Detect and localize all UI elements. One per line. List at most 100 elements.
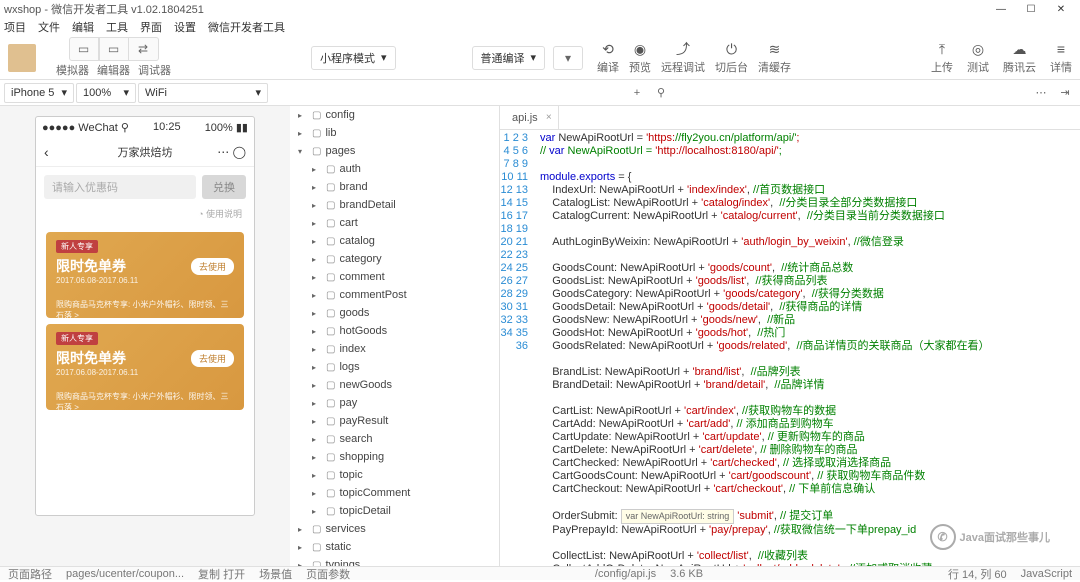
- coupon-tag: 新人专享: [56, 332, 98, 345]
- page-title: 万家烘焙坊: [118, 144, 173, 160]
- file-size: 3.6 KB: [670, 568, 703, 580]
- tree-arrow-icon: ▸: [312, 183, 322, 192]
- coupon-code-input[interactable]: 请输入优惠码: [44, 175, 196, 199]
- tree-item[interactable]: ▸▢pay: [290, 394, 499, 412]
- chevron-down-icon: ▾: [531, 51, 537, 64]
- tree-item[interactable]: ▸▢typings: [290, 556, 499, 566]
- simulator-toggle[interactable]: ▭: [69, 37, 99, 61]
- search-icon[interactable]: ⚲: [650, 83, 672, 103]
- folder-icon: ▢: [326, 308, 335, 319]
- tree-item[interactable]: ▸▢brand: [290, 178, 499, 196]
- menu-item[interactable]: 界面: [140, 19, 162, 35]
- tree-item[interactable]: ▸▢commentPost: [290, 286, 499, 304]
- toolbar-action[interactable]: ≡详情: [1050, 40, 1072, 75]
- folder-icon: ▢: [312, 110, 321, 121]
- code-content[interactable]: var NewApiRootUrl = 'https://fly2you.cn/…: [536, 130, 1080, 566]
- toolbar-action[interactable]: ⤒上传: [931, 40, 953, 75]
- maximize-button[interactable]: ☐: [1016, 0, 1046, 18]
- code-area[interactable]: 1 2 3 4 5 6 7 8 9 10 11 12 13 14 15 16 1…: [500, 130, 1080, 566]
- tree-item[interactable]: ▸▢topic: [290, 466, 499, 484]
- tree-arrow-icon: ▸: [312, 219, 322, 228]
- action-icon: ◉: [634, 40, 646, 58]
- tree-item[interactable]: ▸▢services: [290, 520, 499, 538]
- avatar[interactable]: [8, 44, 36, 72]
- coupon-card[interactable]: 新人专享 限时免单券 2017.06.08-2017.06.11 去使用 限购商…: [46, 232, 244, 318]
- tree-arrow-icon: ▸: [312, 165, 322, 174]
- tree-more-icon[interactable]: ⋯: [1030, 83, 1052, 103]
- device-dropdown[interactable]: iPhone 5▾: [4, 83, 74, 103]
- chevron-down-icon: ▾: [381, 51, 387, 64]
- tree-item[interactable]: ▸▢cart: [290, 214, 499, 232]
- tree-item[interactable]: ▸▢topicDetail: [290, 502, 499, 520]
- menu-item[interactable]: 编辑: [72, 19, 94, 35]
- menu-item[interactable]: 工具: [106, 19, 128, 35]
- coupon-card[interactable]: 新人专享 限时免单券 2017.06.08-2017.06.11 去使用 限购商…: [46, 324, 244, 410]
- tree-arrow-icon: ▸: [312, 471, 322, 480]
- folder-icon: ▢: [326, 362, 335, 373]
- dropdown-expand[interactable]: ▾: [553, 46, 583, 70]
- tree-item[interactable]: ▸▢logs: [290, 358, 499, 376]
- tree-item[interactable]: ▸▢search: [290, 430, 499, 448]
- toolbar-action[interactable]: ⤴远程调试: [661, 40, 705, 75]
- tree-item[interactable]: ▸▢brandDetail: [290, 196, 499, 214]
- tree-arrow-icon: ▸: [312, 273, 322, 282]
- menu-item[interactable]: 微信开发者工具: [208, 19, 285, 35]
- tree-item[interactable]: ▸▢comment: [290, 268, 499, 286]
- capsule-menu[interactable]: ⋯ ◯: [217, 145, 246, 159]
- tree-item[interactable]: ▸▢catalog: [290, 232, 499, 250]
- hover-tooltip: var NewApiRootUrl: string: [621, 509, 735, 524]
- menu-item[interactable]: 文件: [38, 19, 60, 35]
- language-mode[interactable]: JavaScript: [1021, 568, 1072, 580]
- toolbar-action[interactable]: ⟲编译: [597, 40, 619, 75]
- tree-item[interactable]: ▸▢auth: [290, 160, 499, 178]
- tree-item[interactable]: ▸▢static: [290, 538, 499, 556]
- tree-item[interactable]: ▸▢goods: [290, 304, 499, 322]
- editor-toggle[interactable]: ▭: [99, 37, 129, 61]
- collapse-panel-icon[interactable]: ⇥: [1054, 83, 1076, 103]
- tree-item[interactable]: ▸▢newGoods: [290, 376, 499, 394]
- tree-item[interactable]: ▸▢index: [290, 340, 499, 358]
- use-coupon-button[interactable]: 去使用: [191, 350, 234, 367]
- toolbar-action[interactable]: ≋清缓存: [758, 40, 791, 75]
- tree-item[interactable]: ▸▢lib: [290, 124, 499, 142]
- toolbar-action[interactable]: ☁腾讯云: [1003, 40, 1036, 75]
- toolbar-action[interactable]: ⏻切后台: [715, 40, 748, 75]
- compile-dropdown[interactable]: 普通编译▾: [472, 46, 546, 70]
- tree-item[interactable]: ▸▢hotGoods: [290, 322, 499, 340]
- status-bar: 页面路径 pages/ucenter/coupon... 复制 打开 场景值 页…: [0, 566, 1080, 580]
- redeem-button[interactable]: 兑换: [202, 175, 246, 199]
- folder-icon: ▢: [326, 182, 335, 193]
- minimize-button[interactable]: —: [986, 0, 1016, 18]
- use-coupon-button[interactable]: 去使用: [191, 258, 234, 275]
- network-dropdown[interactable]: WiFi▾: [138, 83, 268, 103]
- tree-item[interactable]: ▸▢payResult: [290, 412, 499, 430]
- file-tab[interactable]: api.js ×: [500, 106, 559, 130]
- usage-hint[interactable]: ◔ 使用说明: [36, 207, 254, 226]
- coupon-desc: 限购商品马克杯专享: 小米户外帽衫、限时领、三石落 >: [56, 391, 234, 413]
- tree-arrow-icon: ▸: [312, 237, 322, 246]
- back-icon[interactable]: ‹: [44, 144, 49, 160]
- close-tab-icon[interactable]: ×: [546, 112, 552, 123]
- tree-item[interactable]: ▸▢config: [290, 106, 499, 124]
- menu-item[interactable]: 设置: [174, 19, 196, 35]
- folder-icon: ▢: [326, 470, 335, 481]
- menu-bar: 项目文件编辑工具界面设置微信开发者工具: [0, 18, 1080, 36]
- selector-bar: iPhone 5▾ 100%▾ WiFi▾ + ⚲ ⋯ ⇥: [0, 80, 1080, 106]
- debugger-toggle[interactable]: ⇄: [129, 37, 159, 61]
- line-gutter: 1 2 3 4 5 6 7 8 9 10 11 12 13 14 15 16 1…: [500, 130, 536, 566]
- toolbar-action[interactable]: ◎测试: [967, 40, 989, 75]
- tree-item[interactable]: ▾▢pages: [290, 142, 499, 160]
- zoom-dropdown[interactable]: 100%▾: [76, 83, 136, 103]
- close-button[interactable]: ✕: [1046, 0, 1076, 18]
- tree-arrow-icon: ▾: [298, 147, 308, 156]
- folder-icon: ▢: [326, 272, 335, 283]
- mode-dropdown[interactable]: 小程序模式▾: [311, 46, 396, 70]
- tree-item[interactable]: ▸▢category: [290, 250, 499, 268]
- menu-item[interactable]: 项目: [4, 19, 26, 35]
- tree-arrow-icon: ▸: [298, 111, 308, 120]
- toolbar-action[interactable]: ◉预览: [629, 40, 651, 75]
- tree-item[interactable]: ▸▢shopping: [290, 448, 499, 466]
- cursor-position: 行 14, 列 60: [948, 566, 1007, 582]
- add-file-button[interactable]: +: [626, 83, 648, 103]
- tree-item[interactable]: ▸▢topicComment: [290, 484, 499, 502]
